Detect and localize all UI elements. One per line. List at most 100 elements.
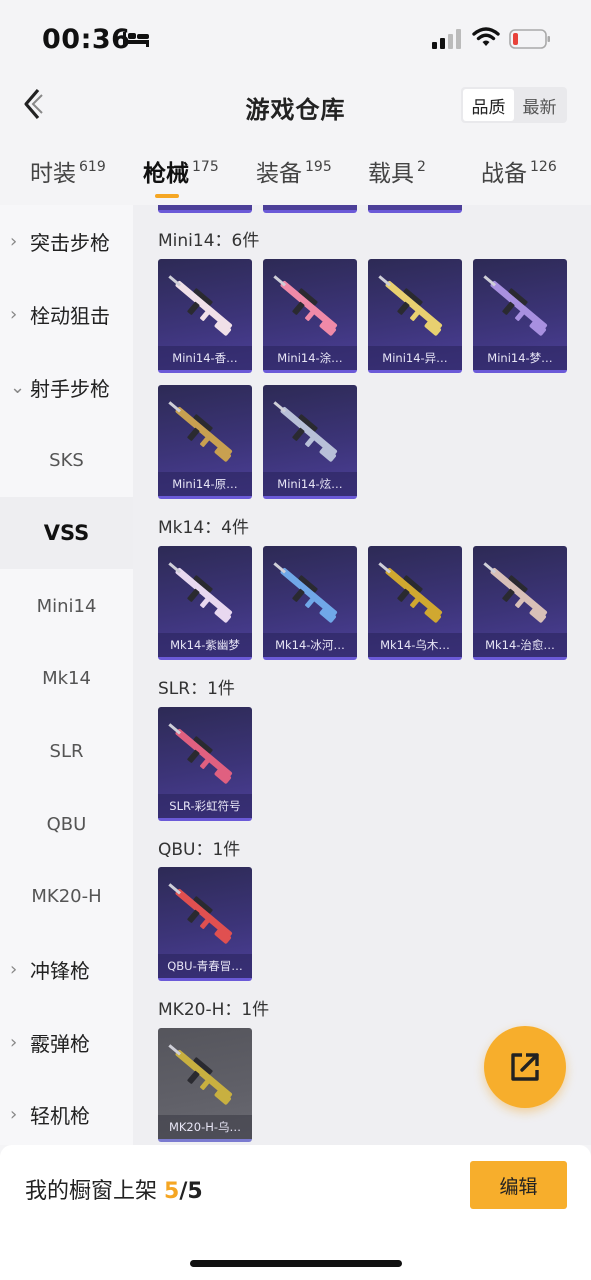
weapon-skin-name: Mini14-香… xyxy=(158,346,252,370)
card-partial[interactable] xyxy=(368,205,462,213)
weapon-skin-name: Mini14-原… xyxy=(158,472,252,496)
card-partial[interactable] xyxy=(158,205,252,213)
showcase-label: 我的橱窗上架 xyxy=(25,1179,158,1204)
chevron-right-icon: › xyxy=(10,958,18,980)
sidebar-item-qbu[interactable]: QBU xyxy=(0,788,133,860)
tab-label: 装备 xyxy=(256,161,302,187)
weapon-skin-name: Mini14-涂… xyxy=(263,346,357,370)
share-external-icon xyxy=(511,1053,539,1081)
chevron-down-icon: ⌄ xyxy=(10,376,26,398)
skin-grid[interactable]: Mini14：6件 Mk14：4件 SLR：1件 QBU：1件 MK20-H：1… xyxy=(133,205,591,1145)
weapon-skin-name: Mk14-紫幽梦 xyxy=(158,633,252,657)
home-indicator xyxy=(190,1260,402,1267)
weapon-skin-name: MK20-H-乌… xyxy=(158,1115,252,1139)
weapon-skin-card[interactable]: Mk14-乌木… xyxy=(368,546,462,660)
nav-header: 游戏仓库 品质 最新 xyxy=(0,76,591,136)
battery-low-icon xyxy=(509,29,550,49)
weapon-skin-card[interactable]: Mk14-治愈… xyxy=(473,546,567,660)
sidebar-item-assault-rifles[interactable]: › 突击步枪 xyxy=(0,205,133,277)
sidebar-item-sks[interactable]: SKS xyxy=(0,424,133,496)
sidebar-item-mk14[interactable]: Mk14 xyxy=(0,642,133,714)
sidebar-item-slr[interactable]: SLR xyxy=(0,715,133,787)
sidebar-item-label: 突击步枪 xyxy=(30,230,110,255)
weapon-skin-name: Mk14-治愈… xyxy=(473,633,567,657)
tab-vehicles[interactable]: 载具 2 xyxy=(368,154,426,188)
weapon-skin-card[interactable]: Mini14-原… xyxy=(158,385,252,499)
weapon-skin-card[interactable]: Mini14-炫… xyxy=(263,385,357,499)
weapon-skin-name: Mk14-冰河… xyxy=(263,633,357,657)
share-button[interactable] xyxy=(484,1026,566,1108)
sidebar-item-marksman-rifles[interactable]: ⌄ 射手步枪 xyxy=(0,351,133,423)
weapon-skin-name: Mini14-异… xyxy=(368,346,462,370)
sidebar-item-label: 射手步枪 xyxy=(30,376,110,401)
edit-button[interactable]: 编辑 xyxy=(470,1161,567,1209)
sidebar-item-label: 轻机枪 xyxy=(30,1103,90,1128)
rifle-icon xyxy=(168,401,233,462)
sidebar-item-shotguns[interactable]: › 霰弹枪 xyxy=(0,1006,133,1078)
sidebar-item-smgs[interactable]: › 冲锋枪 xyxy=(0,933,133,1005)
group-label-slr: SLR：1件 xyxy=(158,679,235,699)
sidebar-item-label: 冲锋枪 xyxy=(30,958,90,983)
rifle-icon xyxy=(378,562,443,623)
weapon-skin-name: Mini14-梦… xyxy=(473,346,567,370)
weapon-skin-name: QBU-青春冒… xyxy=(158,954,252,978)
tab-outfits[interactable]: 时装 619 xyxy=(30,154,106,188)
sidebar-item-mini14[interactable]: Mini14 xyxy=(0,570,133,642)
rifle-icon xyxy=(273,275,338,336)
chevron-right-icon: › xyxy=(10,1031,18,1053)
chevron-right-icon: › xyxy=(10,1103,18,1125)
tab-count: 2 xyxy=(417,159,426,175)
rifle-icon xyxy=(168,275,233,336)
chevron-right-icon: › xyxy=(10,303,18,325)
rifle-icon xyxy=(273,562,338,623)
sleep-mode-icon xyxy=(123,32,149,47)
sort-by-quality-button[interactable]: 品质 xyxy=(463,89,514,121)
rifle-icon xyxy=(168,723,233,784)
tab-count: 175 xyxy=(192,159,219,175)
sidebar-item-label: 栓动狙击 xyxy=(30,303,110,328)
sort-toggle: 品质 最新 xyxy=(461,87,567,123)
tab-supplies[interactable]: 战备 126 xyxy=(481,154,557,188)
card-partial[interactable] xyxy=(263,205,357,213)
weapon-skin-card[interactable]: MK20-H-乌… xyxy=(158,1028,252,1142)
weapon-skin-card[interactable]: Mini14-香… xyxy=(158,259,252,373)
weapon-skin-card[interactable]: Mk14-冰河… xyxy=(263,546,357,660)
tab-equipment[interactable]: 装备 195 xyxy=(256,154,332,188)
tab-label: 枪械 xyxy=(143,161,189,187)
group-label-qbu: QBU：1件 xyxy=(158,840,241,860)
showcase-count: 5 xyxy=(164,1179,180,1204)
rifle-icon xyxy=(483,275,548,336)
weapon-skin-card[interactable]: Mk14-紫幽梦 xyxy=(158,546,252,660)
sidebar-item-vss[interactable]: VSS xyxy=(0,497,133,569)
weapon-skin-card[interactable]: Mini14-涂… xyxy=(263,259,357,373)
tab-count: 195 xyxy=(305,159,332,175)
active-tab-indicator xyxy=(155,194,179,198)
tab-label: 战备 xyxy=(481,161,527,187)
showcase-total: 5 xyxy=(187,1179,203,1204)
app-screen: 00:36 游戏仓库 品质 最新 时装 619 枪械 175 装备 195 载具… xyxy=(0,0,591,1280)
weapon-skin-card[interactable]: Mini14-梦… xyxy=(473,259,567,373)
cellular-signal-icon xyxy=(432,29,461,49)
sidebar-item-bolt-snipers[interactable]: › 栓动狙击 xyxy=(0,278,133,350)
sidebar-item-lmgs[interactable]: › 轻机枪 xyxy=(0,1078,133,1150)
rifle-icon xyxy=(168,883,233,944)
weapon-skin-name: SLR-彩虹符号 xyxy=(158,794,252,818)
weapon-skin-card[interactable]: SLR-彩虹符号 xyxy=(158,707,252,821)
tab-label: 载具 xyxy=(368,161,414,187)
weapon-skin-name: Mk14-乌木… xyxy=(368,633,462,657)
category-tabs: 时装 619 枪械 175 装备 195 载具 2 战备 126 xyxy=(0,150,591,204)
rifle-icon xyxy=(483,562,548,623)
group-label-mk20h: MK20-H：1件 xyxy=(158,1000,270,1020)
tab-count: 126 xyxy=(530,159,557,175)
tab-label: 时装 xyxy=(30,161,76,187)
sort-by-newest-button[interactable]: 最新 xyxy=(514,89,565,121)
rifle-icon xyxy=(168,1044,233,1105)
tab-firearms[interactable]: 枪械 175 xyxy=(143,154,219,188)
weapon-skin-card[interactable]: QBU-青春冒… xyxy=(158,867,252,981)
rifle-icon xyxy=(168,562,233,623)
wifi-icon xyxy=(472,27,500,46)
chevron-right-icon: › xyxy=(10,230,18,252)
weapon-skin-card[interactable]: Mini14-异… xyxy=(368,259,462,373)
sidebar-item-mk20h[interactable]: MK20-H xyxy=(0,860,133,932)
weapon-skin-name: Mini14-炫… xyxy=(263,472,357,496)
